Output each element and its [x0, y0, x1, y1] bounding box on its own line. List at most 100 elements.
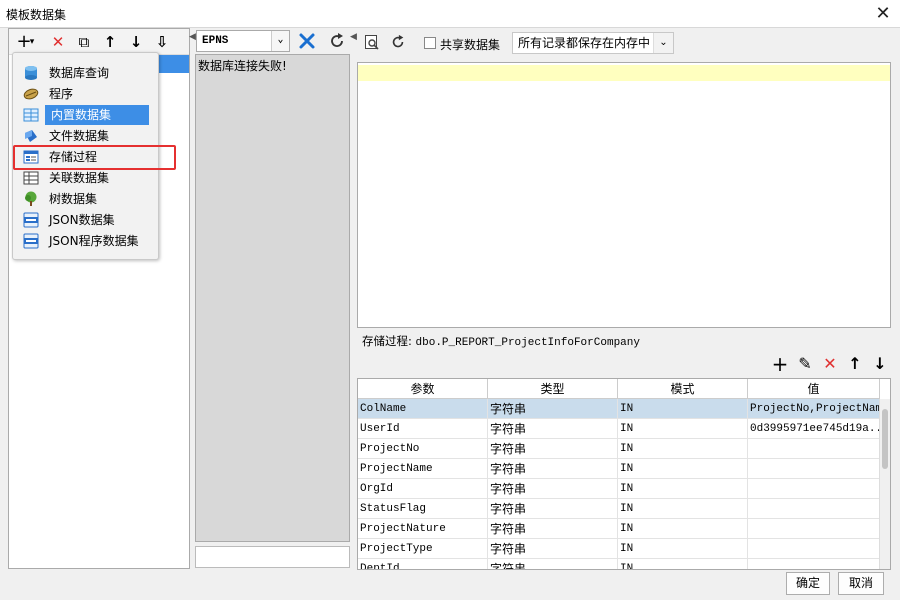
menu-item-program[interactable]: 程序 — [21, 84, 153, 104]
cell-mode[interactable]: IN — [618, 539, 748, 559]
cell-type[interactable]: 字符串 — [488, 479, 618, 499]
table-row[interactable]: DeptId 字符串 IN — [358, 559, 880, 569]
table-row[interactable]: ColName 字符串 IN ProjectNo,ProjectName — [358, 399, 880, 419]
copy-dataset-button[interactable]: ⧉ — [73, 31, 95, 53]
cell-type[interactable]: 字符串 — [488, 439, 618, 459]
cell-value[interactable] — [748, 519, 880, 539]
menu-item-json-dataset[interactable]: JSON数据集 — [21, 210, 153, 230]
tools-icon[interactable] — [298, 32, 316, 50]
vertical-scrollbar[interactable] — [879, 399, 890, 569]
cell-mode[interactable]: IN — [618, 559, 748, 569]
database-select[interactable]: EPNS ⌄ — [196, 30, 290, 52]
stored-procedure-icon — [23, 150, 39, 164]
table-row[interactable]: ProjectType 字符串 IN — [358, 539, 880, 559]
add-dataset-menu: 数据库查询 程序 内置数据集 文件数据集 存储过程 关联数据集 树数据集 JSO… — [12, 52, 159, 260]
cell-type[interactable]: 字符串 — [488, 539, 618, 559]
preview-icon[interactable] — [364, 34, 380, 50]
cell-mode[interactable]: IN — [618, 459, 748, 479]
collapse-middle-icon[interactable]: ◀ — [350, 32, 357, 42]
menu-item-database-query[interactable]: 数据库查询 — [21, 63, 153, 83]
cell-name[interactable]: ProjectNo — [358, 439, 488, 459]
cell-value[interactable] — [748, 439, 880, 459]
cell-value[interactable] — [748, 499, 880, 519]
menu-item-tree-dataset[interactable]: 树数据集 — [21, 189, 153, 209]
move-down-button[interactable]: ↓ — [125, 31, 147, 53]
cell-mode[interactable]: IN — [618, 479, 748, 499]
cell-type[interactable]: 字符串 — [488, 499, 618, 519]
cell-value[interactable]: ProjectNo,ProjectName — [748, 399, 880, 419]
menu-item-builtin-dataset[interactable]: 内置数据集 — [21, 105, 153, 125]
table-browser-panel[interactable]: 数据库连接失败! — [195, 54, 350, 542]
move-parameter-up-button[interactable]: ↑ — [845, 354, 865, 374]
tree-dataset-icon — [25, 191, 37, 206]
cell-type[interactable]: 字符串 — [488, 419, 618, 439]
menu-item-label: 关联数据集 — [49, 171, 110, 185]
cell-name[interactable]: ProjectName — [358, 459, 488, 479]
table-row[interactable]: UserId 字符串 IN 0d3995971ee745d19a... — [358, 419, 880, 439]
cell-mode[interactable]: IN — [618, 439, 748, 459]
cell-type[interactable]: 字符串 — [488, 559, 618, 569]
collapse-left-icon[interactable]: ◀ — [189, 32, 196, 42]
cell-mode[interactable]: IN — [618, 499, 748, 519]
storage-mode-select[interactable]: 所有记录都保存在内存中 ⌄ — [512, 32, 674, 54]
cell-type[interactable]: 字符串 — [488, 399, 618, 419]
menu-item-file-dataset[interactable]: 文件数据集 — [21, 126, 153, 146]
table-row[interactable]: ProjectName 字符串 IN — [358, 459, 880, 479]
cell-value[interactable] — [748, 479, 880, 499]
edit-parameter-button[interactable]: ✎ — [795, 354, 815, 374]
add-dropdown-caret-icon[interactable]: ▾ — [27, 31, 37, 53]
move-up-button[interactable]: ↑ — [99, 31, 121, 53]
table-row[interactable]: StatusFlag 字符串 IN — [358, 499, 880, 519]
menu-item-label: JSON数据集 — [49, 213, 115, 227]
cancel-button[interactable]: 取消 — [838, 572, 884, 595]
table-filter-input[interactable] — [195, 546, 350, 568]
parameter-table[interactable]: 参数 类型 模式 值 ColName 字符串 IN ProjectNo,Project… — [357, 378, 891, 570]
cell-value[interactable] — [748, 539, 880, 559]
menu-item-relation-dataset[interactable]: 关联数据集 — [21, 168, 153, 188]
cell-name[interactable]: ColName — [358, 399, 488, 419]
cell-mode[interactable]: IN — [618, 519, 748, 539]
table-row[interactable]: ProjectNature 字符串 IN — [358, 519, 880, 539]
scrollbar-thumb[interactable] — [882, 409, 888, 469]
cell-mode[interactable]: IN — [618, 399, 748, 419]
cell-name[interactable]: StatusFlag — [358, 499, 488, 519]
delete-parameter-button[interactable]: ✕ — [820, 354, 840, 374]
menu-item-label: 内置数据集 — [45, 105, 149, 125]
cell-value[interactable]: 0d3995971ee745d19a... — [748, 419, 880, 439]
refresh-icon[interactable] — [390, 34, 406, 50]
table-row[interactable]: OrgId 字符串 IN — [358, 479, 880, 499]
ok-button[interactable]: 确定 — [786, 572, 830, 595]
column-header-parameter[interactable]: 参数 — [358, 379, 488, 399]
selected-dataset-row[interactable] — [159, 55, 189, 73]
cell-name[interactable]: ProjectType — [358, 539, 488, 559]
move-parameter-down-button[interactable]: ↓ — [870, 354, 890, 374]
delete-dataset-button[interactable]: ✕ — [47, 31, 69, 53]
close-button[interactable]: ✕ — [872, 3, 894, 25]
cell-name[interactable]: ProjectNature — [358, 519, 488, 539]
sql-editor[interactable] — [357, 62, 891, 328]
table-row[interactable]: ProjectNo 字符串 IN — [358, 439, 880, 459]
cell-name[interactable]: OrgId — [358, 479, 488, 499]
cell-value[interactable] — [748, 559, 880, 569]
column-header-type[interactable]: 类型 — [488, 379, 618, 399]
refresh-icon[interactable] — [328, 32, 346, 50]
column-header-mode[interactable]: 模式 — [618, 379, 748, 399]
add-parameter-button[interactable]: + — [770, 354, 790, 374]
menu-item-stored-procedure[interactable]: 存储过程 — [21, 147, 153, 167]
column-header-value[interactable]: 值 — [748, 379, 880, 399]
menu-item-label: 存储过程 — [49, 150, 98, 164]
cell-name[interactable]: DeptId — [358, 559, 488, 569]
sort-button[interactable]: ⇩ — [151, 31, 173, 53]
procedure-name: dbo.P_REPORT_ProjectInfoForCompany — [415, 337, 640, 349]
share-dataset-checkbox[interactable] — [424, 37, 436, 49]
storage-mode-value: 所有记录都保存在内存中 — [518, 36, 651, 50]
chevron-down-icon: ⌄ — [271, 31, 289, 51]
builtin-dataset-icon — [23, 108, 39, 122]
cell-value[interactable] — [748, 459, 880, 479]
menu-item-json-program-dataset[interactable]: JSON程序数据集 — [21, 231, 153, 251]
cell-mode[interactable]: IN — [618, 419, 748, 439]
cell-name[interactable]: UserId — [358, 419, 488, 439]
editor-current-line — [358, 65, 890, 81]
cell-type[interactable]: 字符串 — [488, 459, 618, 479]
cell-type[interactable]: 字符串 — [488, 519, 618, 539]
